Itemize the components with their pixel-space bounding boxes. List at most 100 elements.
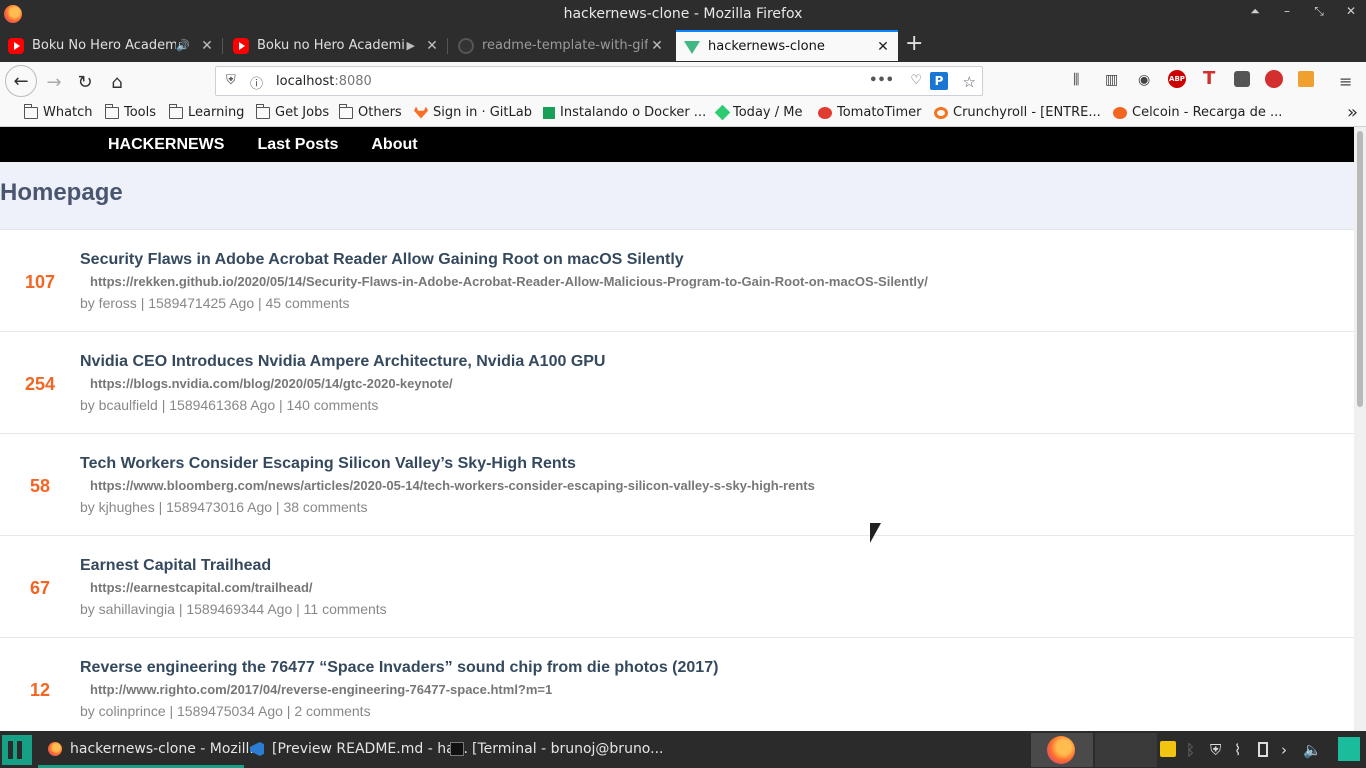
post-url[interactable]: https://www.bloomberg.com/news/articles/… <box>90 478 815 493</box>
tab-label: Boku No Hero Academi <box>32 38 177 53</box>
workspace-1-preview[interactable] <box>1031 733 1093 767</box>
minimize-button[interactable]: – <box>1278 4 1296 19</box>
post-meta: by kjhughes | 1589473016 Ago | 38 commen… <box>80 499 368 515</box>
extension-p-icon[interactable]: P <box>930 72 948 90</box>
page-scrollbar[interactable] <box>1354 127 1366 731</box>
firefox-icon <box>48 742 62 756</box>
chevron-right-icon[interactable]: › <box>1281 741 1287 759</box>
tomato-icon <box>818 106 832 119</box>
bluetooth-icon[interactable]: ᛒ <box>1186 741 1195 759</box>
bookmark-tomatotimer[interactable]: TomatoTimer <box>818 105 922 120</box>
maximize-button[interactable]: ⤡ <box>1310 4 1328 19</box>
taskbar-item-vscode[interactable]: [Preview README.md - ha... <box>250 741 468 757</box>
tab-boku-no-hero-2[interactable]: Boku no Hero Academi ▶ ✕ <box>225 30 448 61</box>
notification-area-icon[interactable] <box>1338 737 1360 761</box>
close-tab-icon[interactable]: ✕ <box>423 38 441 54</box>
update-shield-icon[interactable]: ⛨ <box>1210 741 1221 759</box>
folder-icon <box>169 103 183 119</box>
account-icon[interactable]: ◉ <box>1138 72 1150 88</box>
scrollbar-thumb[interactable] <box>1357 131 1363 407</box>
menu-hamburger-icon[interactable]: ≡ <box>1339 72 1352 91</box>
bookmark-crunchyroll[interactable]: Crunchyroll - [ENTRE... <box>934 105 1101 120</box>
library-icon[interactable]: ⫼ <box>1073 72 1079 88</box>
post-url[interactable]: https://rekken.github.io/2020/05/14/Secu… <box>90 274 928 289</box>
sidebar-icon[interactable]: ▥ <box>1105 72 1118 88</box>
extension-t-icon[interactable]: T <box>1203 68 1215 89</box>
crunchyroll-icon <box>934 106 948 119</box>
extension-orange-icon[interactable] <box>1298 71 1314 87</box>
bookmark-folder-whatch[interactable]: Whatch <box>24 103 93 120</box>
tab-boku-no-hero-1[interactable]: Boku No Hero Academi 🔊 ✕ <box>0 30 223 61</box>
bookmark-today-me[interactable]: Today / Me <box>714 104 802 121</box>
bookmark-folder-tools[interactable]: Tools <box>105 103 156 120</box>
close-tab-icon[interactable]: ✕ <box>648 38 666 54</box>
post-url[interactable]: https://blogs.nvidia.com/blog/2020/05/14… <box>90 376 453 391</box>
tab-readme-template[interactable]: readme-template-with-gif ✕ <box>450 30 672 61</box>
folder-icon <box>256 103 270 119</box>
extension-red-icon[interactable] <box>1265 70 1283 88</box>
bookmarks-toolbar: Whatch Tools Learning Get Jobs Others Si… <box>0 100 1366 127</box>
bookmark-star-icon[interactable]: ☆ <box>963 73 976 91</box>
docker-doc-icon <box>543 106 555 119</box>
back-button[interactable]: ← <box>5 65 37 97</box>
new-tab-button[interactable]: + <box>905 33 923 55</box>
post-item: 67 Earnest Capital Trailhead https://ear… <box>0 536 1354 638</box>
adblock-icon[interactable]: ABP <box>1168 70 1186 88</box>
url-bar[interactable]: ⛨ ⓘ localhost:8080 ••• ♡ P ☆ <box>215 66 983 96</box>
speaker-icon[interactable]: 🔊 <box>176 39 190 52</box>
reload-button[interactable]: ↻ <box>71 68 99 96</box>
close-window-button[interactable]: ✕ <box>1342 4 1360 19</box>
post-title-link[interactable]: Reverse engineering the 76477 “Space Inv… <box>80 659 718 677</box>
post-url[interactable]: https://earnestcapital.com/trailhead/ <box>90 580 313 595</box>
folder-icon <box>339 103 353 119</box>
folder-icon <box>24 103 38 119</box>
url-text[interactable]: localhost:8080 <box>276 74 372 89</box>
window-title: hackernews-clone - Mozilla Firefox <box>563 6 803 22</box>
window-shade-icon[interactable]: ⏶ <box>1246 4 1264 19</box>
bookmark-folder-learning[interactable]: Learning <box>169 103 244 120</box>
post-title-link[interactable]: Nvidia CEO Introduces Nvidia Ampere Arch… <box>80 353 605 371</box>
tab-label: hackernews-clone <box>708 39 825 54</box>
youtube-icon <box>233 37 249 54</box>
tracking-protection-icon[interactable]: ⛨ <box>226 73 236 88</box>
home-button[interactable]: ⌂ <box>103 68 131 96</box>
site-info-icon[interactable]: ⓘ <box>250 73 263 92</box>
folder-icon <box>105 103 119 119</box>
bookmark-folder-get-jobs[interactable]: Get Jobs <box>256 103 329 120</box>
nav-brand-link[interactable]: HACKERNEWS <box>108 136 224 154</box>
page-actions-icon[interactable]: ••• <box>869 73 894 88</box>
volume-icon[interactable]: 🔈 <box>1303 741 1322 759</box>
chevron-right-icon[interactable]: » <box>1347 102 1358 123</box>
forward-button[interactable]: → <box>40 68 68 96</box>
post-score: 67 <box>29 578 51 598</box>
post-item: 12 Reverse engineering the 76477 “Space … <box>0 638 1354 731</box>
nav-last-posts-link[interactable]: Last Posts <box>257 136 338 154</box>
post-title-link[interactable]: Earnest Capital Trailhead <box>80 557 271 575</box>
today-diamond-icon <box>714 104 731 121</box>
bookmark-docker[interactable]: Instalando o Docker ... <box>543 105 706 120</box>
page-hero: Homepage <box>0 162 1354 230</box>
post-title-link[interactable]: Security Flaws in Adobe Acrobat Reader A… <box>80 251 684 269</box>
nav-about-link[interactable]: About <box>371 136 417 154</box>
workspace-2-preview[interactable] <box>1095 733 1157 767</box>
play-icon[interactable]: ▶ <box>407 39 415 52</box>
tab-hackernews-clone[interactable]: hackernews-clone ✕ <box>676 30 898 61</box>
close-tab-icon[interactable]: ✕ <box>874 39 892 55</box>
taskbar-item-terminal[interactable]: [Terminal - brunoj@bruno... <box>450 741 663 757</box>
taskbar-item-firefox[interactable]: hackernews-clone - Mozill... <box>48 741 263 757</box>
pocket-icon[interactable]: ♡ <box>910 73 922 88</box>
clipboard-icon[interactable]: ⌇ <box>1234 741 1241 759</box>
bookmark-gitlab[interactable]: Sign in · GitLab <box>414 105 532 120</box>
post-score: 254 <box>24 374 56 394</box>
mouse-cursor-icon <box>870 523 881 543</box>
post-title-link[interactable]: Tech Workers Consider Escaping Silicon V… <box>80 455 576 473</box>
app-menu-button[interactable] <box>2 735 32 765</box>
youtube-icon <box>8 37 24 54</box>
bookmark-folder-others[interactable]: Others <box>339 103 402 120</box>
shield-extension-icon[interactable] <box>1234 71 1250 87</box>
bookmark-celcoin[interactable]: Celcoin - Recarga de ... <box>1113 105 1282 120</box>
notes-icon[interactable] <box>1160 741 1176 757</box>
close-tab-icon[interactable]: ✕ <box>198 38 216 54</box>
post-url[interactable]: http://www.righto.com/2017/04/reverse-en… <box>90 682 552 697</box>
battery-icon[interactable] <box>1258 742 1268 757</box>
